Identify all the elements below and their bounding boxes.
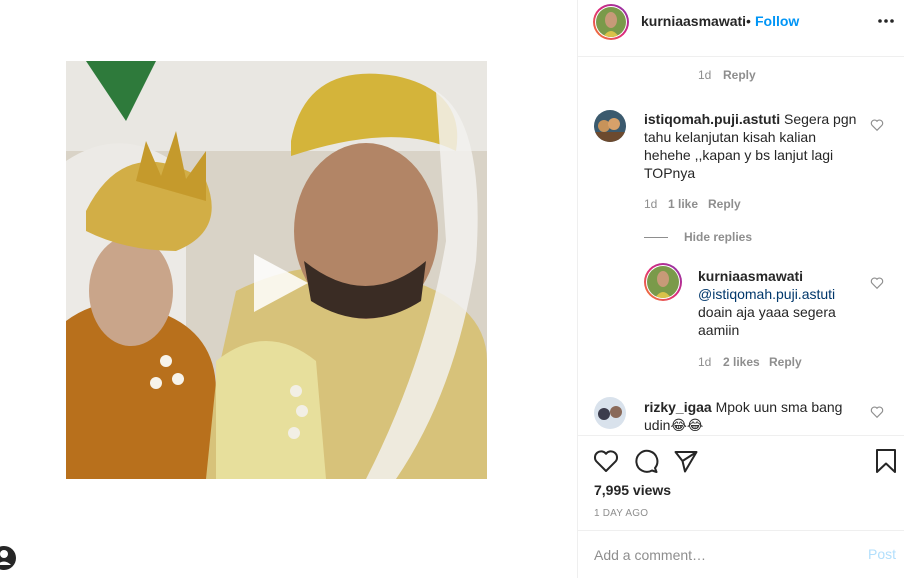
reply-time: 1d	[698, 355, 712, 369]
hide-replies-button[interactable]: Hide replies	[684, 230, 752, 244]
comment-likes[interactable]: 1 like	[668, 197, 698, 211]
author-avatar[interactable]	[593, 4, 629, 40]
post-date: 1 DAY AGO	[594, 508, 649, 519]
reply-button[interactable]: Reply	[723, 68, 756, 82]
follow-button[interactable]: Follow	[755, 13, 799, 29]
reply-username[interactable]: kurniaasmawati	[698, 267, 858, 285]
reply-body: kurniaasmawati @istiqomah.puji.astuti do…	[698, 267, 858, 339]
user-avatar-icon	[0, 546, 16, 570]
post-sidebar: kurniaasmawati • Follow 1d Reply istiqom…	[577, 0, 904, 578]
reply-button[interactable]: Reply	[708, 197, 741, 211]
media-pane	[0, 0, 577, 578]
commenter-avatar[interactable]	[594, 110, 626, 142]
reply-author-avatar[interactable]	[644, 263, 682, 301]
heart-icon[interactable]	[593, 448, 619, 474]
commenter-username[interactable]: rizky_igaa	[644, 399, 712, 415]
commenter-avatar-image	[594, 110, 626, 142]
view-count[interactable]: 7,995 views	[594, 482, 671, 498]
comment-like-heart-icon[interactable]	[870, 118, 884, 132]
post-header: kurniaasmawati • Follow	[578, 0, 904, 57]
comment-body: istiqomah.puji.astuti Segera pgn tahu ke…	[644, 110, 859, 182]
comment-time: 1d	[698, 68, 712, 82]
comment-icon[interactable]	[633, 448, 659, 474]
add-comment-bar: Post	[578, 530, 904, 578]
comments-list[interactable]: 1d Reply istiqomah.puji.astuti Segera pg…	[578, 57, 904, 435]
reply-text: doain aja yaaa segera aamiin	[698, 304, 836, 338]
more-horizontal-icon[interactable]	[877, 15, 895, 27]
comment-time: 1d	[644, 197, 658, 211]
comment-body: rizky_igaa Mpok uun sma bang udin😂😂	[644, 398, 859, 434]
commenter-username[interactable]: istiqomah.puji.astuti	[644, 111, 780, 127]
header-separator: •	[746, 13, 751, 29]
comment-like-heart-icon[interactable]	[870, 405, 884, 419]
author-username[interactable]: kurniaasmawati	[641, 13, 746, 29]
reply-like-heart-icon[interactable]	[870, 276, 884, 290]
commenter-avatar[interactable]	[594, 397, 626, 429]
post-actions: 7,995 views 1 DAY AGO	[578, 435, 904, 530]
reply-author-avatar-image	[647, 266, 679, 298]
reply-button[interactable]: Reply	[769, 355, 802, 369]
post-comment-button[interactable]: Post	[868, 546, 896, 562]
reply-likes[interactable]: 2 likes	[723, 355, 760, 369]
author-avatar-image	[596, 7, 626, 37]
hide-replies-line	[644, 237, 668, 238]
bookmark-icon[interactable]	[873, 448, 899, 474]
reply-mention[interactable]: @istiqomah.puji.astuti	[698, 285, 858, 303]
commenter-avatar-image	[594, 397, 626, 429]
share-icon[interactable]	[673, 448, 699, 474]
play-icon[interactable]	[246, 250, 312, 316]
add-comment-input[interactable]	[594, 545, 844, 565]
